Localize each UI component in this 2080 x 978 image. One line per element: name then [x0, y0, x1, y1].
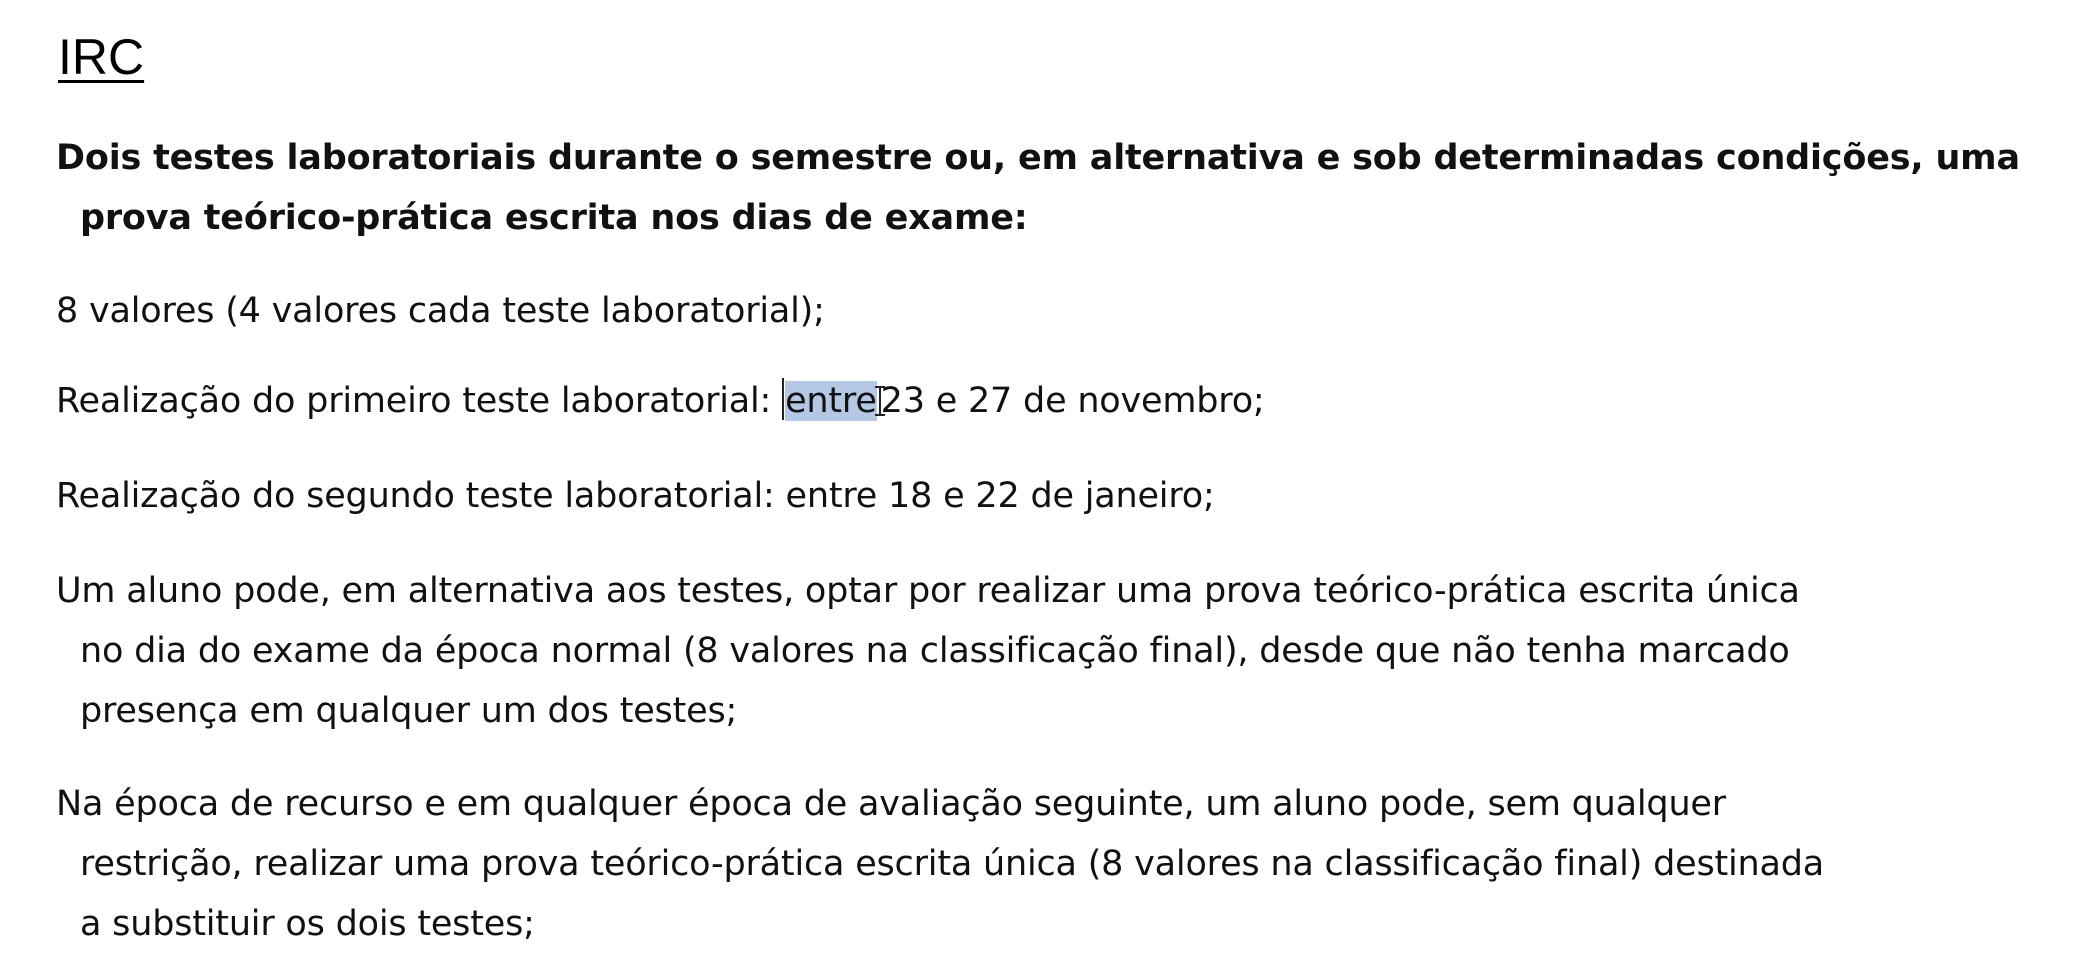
recourse-line-3: a substituir os dois testes;	[80, 904, 535, 944]
alternative-line-2: no dia do exame da época normal (8 valor…	[80, 631, 1790, 671]
intro-line-1: Dois testes laboratoriais durante o seme…	[56, 138, 2020, 178]
document-title: IRC	[58, 29, 145, 85]
alternative-paragraph[interactable]: Um aluno pode, em alternativa aos testes…	[56, 561, 1800, 741]
alternative-line-3: presença em qualquer um dos testes;	[80, 691, 738, 731]
intro-paragraph[interactable]: Dois testes laboratoriais durante o seme…	[56, 128, 2020, 248]
intro-line-2: prova teórico-prática escrita nos dias d…	[80, 198, 1028, 238]
recourse-line-2: restrição, realizar uma prova teórico-pr…	[80, 844, 1825, 884]
second-test-line: Realização do segundo teste laboratorial…	[56, 476, 1215, 516]
values-paragraph[interactable]: 8 valores (4 valores cada teste laborato…	[56, 281, 825, 341]
first-test-paragraph[interactable]: Realização do primeiro teste laboratoria…	[56, 371, 1265, 431]
document-page[interactable]: IRC Dois testes laboratoriais durante o …	[0, 0, 2080, 978]
selected-text[interactable]: entre	[785, 381, 877, 421]
recourse-paragraph[interactable]: Na época de recurso e em qualquer época …	[56, 774, 1824, 954]
recourse-line-1: Na época de recurso e em qualquer época …	[56, 784, 1726, 824]
alternative-line-1: Um aluno pode, em alternativa aos testes…	[56, 571, 1800, 611]
text-caret	[782, 378, 785, 420]
values-line: 8 valores (4 valores cada teste laborato…	[56, 291, 825, 331]
second-test-paragraph[interactable]: Realização do segundo teste laboratorial…	[56, 466, 1215, 526]
first-test-line: Realização do primeiro teste laboratoria…	[56, 371, 1265, 431]
first-test-dates: 23 e 27 de novembro;	[880, 381, 1265, 421]
first-test-label: Realização do primeiro teste laboratoria…	[56, 381, 783, 421]
